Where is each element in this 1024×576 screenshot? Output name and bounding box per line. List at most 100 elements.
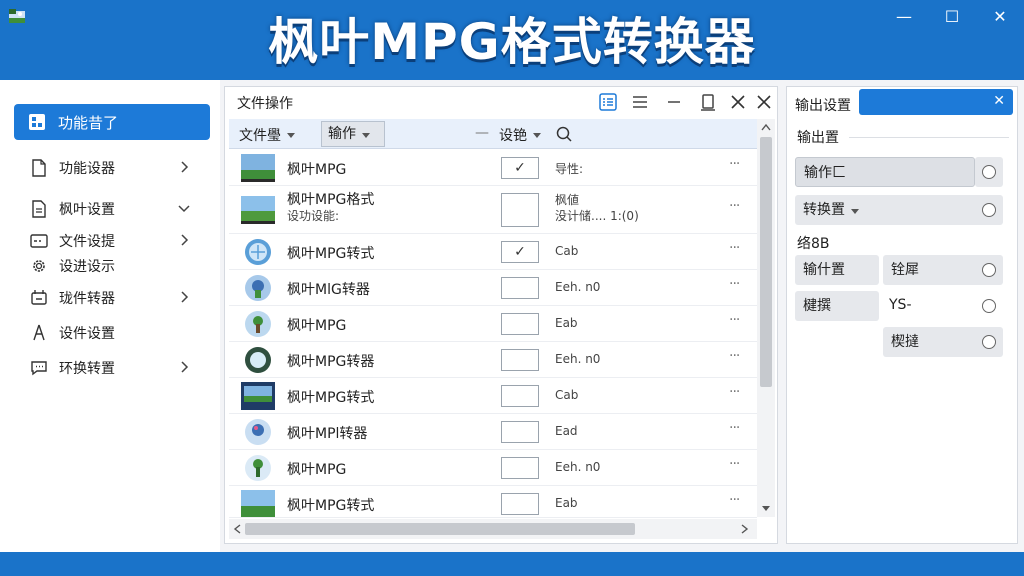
vertical-scrollbar[interactable] [757, 119, 775, 517]
file-info-text: 枫値 [555, 193, 580, 207]
menu-icon[interactable] [629, 91, 651, 113]
sidebar-item-file-settings[interactable]: 文件设提 [30, 228, 200, 254]
minimize-button[interactable]: — [884, 4, 924, 30]
close-icon[interactable] [727, 91, 749, 113]
chevron-right-icon [181, 234, 189, 246]
more-options-icon[interactable]: ··· [729, 492, 740, 508]
convert-dropdown[interactable]: 转换置 [795, 195, 1003, 225]
table-row[interactable]: 枫叶MPl转器 Ead ··· [229, 414, 757, 450]
sidebar-item-converter[interactable]: 珑件转器 [30, 285, 200, 311]
scroll-left-icon[interactable] [233, 524, 241, 534]
table-row[interactable]: 枫叶MlG转器 Eeh. n0 ··· [229, 270, 757, 306]
row-checkbox[interactable] [501, 457, 539, 479]
radio-button-icon[interactable] [982, 299, 996, 313]
file-panel: 文件操作 文件璺 输作 — 设铯 枫叶MPG ✓ 导性: ··· 枫叶MPG格式… [224, 86, 778, 544]
table-row[interactable]: 枫叶MPG转式 Cab ··· [229, 378, 757, 414]
scroll-right-icon[interactable] [741, 524, 749, 534]
round-thumbnail-icon [245, 311, 271, 337]
row-checkbox[interactable] [501, 385, 539, 407]
detach-icon[interactable] [697, 91, 719, 113]
file-info: 导性: [555, 162, 584, 176]
round-thumbnail-icon [245, 239, 271, 265]
file-subtext: 设功设能: [287, 209, 340, 223]
column-header-label: 设铯 [499, 128, 527, 144]
file-name: 枫叶MPG转式 [287, 498, 375, 514]
more-options-icon[interactable]: ··· [729, 276, 740, 292]
document-icon [32, 159, 46, 177]
row-checkbox[interactable] [501, 349, 539, 371]
option-button[interactable]: 楗撰 [795, 291, 879, 321]
more-options-icon[interactable]: ··· [729, 420, 740, 436]
caret-down-icon [851, 209, 859, 214]
radio-button-icon[interactable] [982, 165, 996, 179]
sidebar-item-label: 设进设示 [59, 259, 115, 275]
horizontal-scrollbar[interactable] [229, 519, 757, 539]
output-panel-title: 输出设置 [795, 98, 851, 114]
sidebar-item-features[interactable]: 功能设器 [30, 155, 200, 181]
minimize-panel-icon[interactable] [663, 91, 685, 113]
caret-down-icon [533, 132, 541, 138]
more-options-icon[interactable]: ··· [729, 156, 740, 172]
close-icon[interactable]: ✕ [993, 93, 1005, 109]
row-checkbox[interactable]: ✓ [501, 157, 539, 179]
output-field[interactable]: 输作匚 [795, 157, 975, 187]
row-checkbox[interactable] [501, 493, 539, 515]
radio-button-icon[interactable] [982, 263, 996, 277]
section-label: 输出置 [797, 130, 839, 146]
vertical-scroll-thumb[interactable] [760, 137, 772, 387]
status-bar [0, 552, 1024, 576]
sidebar: 功能昔了 功能设器 枫叶设置 文件设提 设进设示 珑件转器 设件设置 环换转置 [0, 80, 220, 552]
table-row[interactable]: 枫叶MPG ✓ 导性: ··· [229, 150, 757, 186]
radio-button-icon[interactable] [982, 203, 996, 217]
file-name: 枫叶MPG [287, 318, 347, 334]
table-row[interactable]: 枫叶MPG转器 Eeh. n0 ··· [229, 342, 757, 378]
close-button[interactable]: ✕ [980, 4, 1020, 30]
table-row[interactable]: 枫叶MPG转式 Eab ··· [229, 486, 757, 518]
row-checkbox[interactable]: ✓ [501, 241, 539, 263]
close-icon[interactable] [753, 91, 775, 113]
scroll-up-icon[interactable] [761, 123, 771, 131]
more-options-icon[interactable]: ··· [729, 312, 740, 328]
file-name: 枫叶MPG转式 [287, 246, 375, 262]
sidebar-item-active[interactable]: 功能昔了 [14, 104, 210, 140]
main-area: 功能昔了 功能设器 枫叶设置 文件设提 设进设示 珑件转器 设件设置 环换转置 … [0, 80, 1024, 552]
file-table-header: 文件璺 输作 — 设铯 [229, 119, 757, 149]
sidebar-item-display-settings[interactable]: 设进设示 [30, 253, 200, 279]
search-icon[interactable] [555, 125, 573, 143]
table-row[interactable]: 枫叶MPG Eeh. n0 ··· [229, 450, 757, 486]
chat-icon [31, 361, 47, 376]
sidebar-item-label: 功能设器 [59, 161, 115, 177]
landscape-thumbnail-icon [241, 382, 275, 410]
round-thumbnail-icon [245, 419, 271, 445]
scroll-down-icon[interactable] [761, 505, 771, 513]
column-header-file[interactable]: 文件璺 [239, 125, 295, 145]
sidebar-item-maple-settings[interactable]: 枫叶设置 [30, 196, 200, 222]
list-view-icon[interactable] [597, 91, 619, 113]
row-checkbox[interactable] [501, 421, 539, 443]
output-tab[interactable]: ✕ [859, 89, 1013, 115]
table-row[interactable]: 枫叶MPG格式 设功设能: 枫値 没计储.... 1:(0) ··· [229, 186, 757, 234]
more-options-icon[interactable]: ··· [729, 240, 740, 256]
maximize-button[interactable]: ☐ [932, 4, 972, 30]
horizontal-scroll-thumb[interactable] [245, 523, 635, 535]
radio-cell[interactable] [975, 157, 1003, 187]
window-title: 枫叶MPG格式转换器 [268, 13, 756, 71]
option-button[interactable]: 输什置 [795, 255, 879, 285]
table-row[interactable]: 枫叶MPG转式 ✓ Cab ··· [229, 234, 757, 270]
row-checkbox[interactable] [501, 277, 539, 299]
chevron-right-icon [181, 161, 189, 173]
more-options-icon[interactable]: ··· [729, 384, 740, 400]
more-options-icon[interactable]: ··· [729, 198, 740, 214]
radio-button-icon[interactable] [982, 335, 996, 349]
row-checkbox[interactable] [501, 313, 539, 335]
more-options-icon[interactable]: ··· [729, 348, 740, 364]
more-options-icon[interactable]: ··· [729, 456, 740, 472]
sidebar-item-design-settings[interactable]: 设件设置 [30, 320, 200, 346]
table-row[interactable]: 枫叶MPG Eab ··· [229, 306, 757, 342]
chevron-down-icon [178, 205, 190, 213]
column-header-settings[interactable]: 设铯 [499, 125, 541, 145]
action-dropdown[interactable]: 输作 [321, 121, 385, 147]
sidebar-item-switch-settings[interactable]: 环换转置 [30, 355, 200, 381]
gear-icon [33, 260, 45, 272]
row-checkbox[interactable] [501, 193, 539, 227]
